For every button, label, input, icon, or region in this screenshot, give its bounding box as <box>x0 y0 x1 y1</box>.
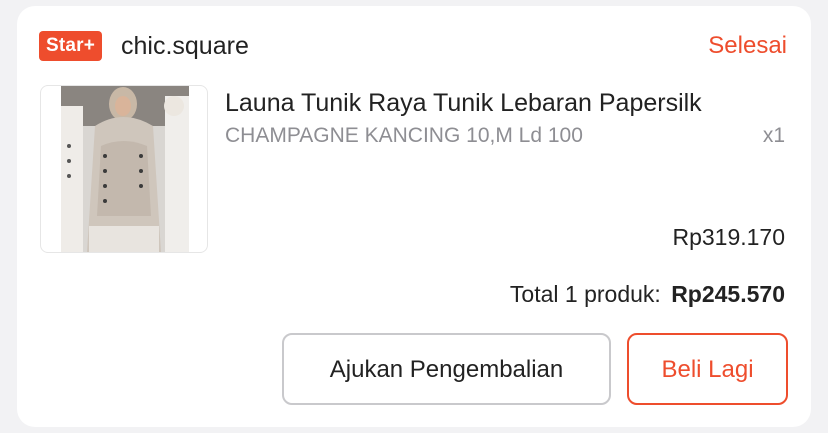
order-card: Star+ chic.square Selesai Launa Tunik Ra… <box>17 6 811 427</box>
request-return-button[interactable]: Ajukan Pengembalian <box>282 333 611 405</box>
buy-again-button[interactable]: Beli Lagi <box>627 333 788 405</box>
product-quantity: x1 <box>762 124 785 147</box>
product-variant: CHAMPAGNE KANCING 10,M Ld 100 <box>225 124 583 147</box>
star-plus-badge: Star+ <box>39 31 103 61</box>
dress-photo-icon <box>61 86 189 252</box>
order-status: Selesai <box>708 32 787 59</box>
product-title[interactable]: Launa Tunik Raya Tunik Lebaran Papersilk <box>225 86 702 120</box>
product-price: Rp319.170 <box>672 224 785 250</box>
shop-name[interactable]: chic.square <box>121 30 249 62</box>
order-header: Star+ chic.square Selesai <box>17 6 811 82</box>
total-amount: Rp245.570 <box>671 281 785 307</box>
order-total: Total 1 produk: Rp245.570 <box>510 279 785 309</box>
total-label: Total 1 produk: <box>509 281 661 307</box>
product-thumbnail[interactable] <box>40 85 208 253</box>
